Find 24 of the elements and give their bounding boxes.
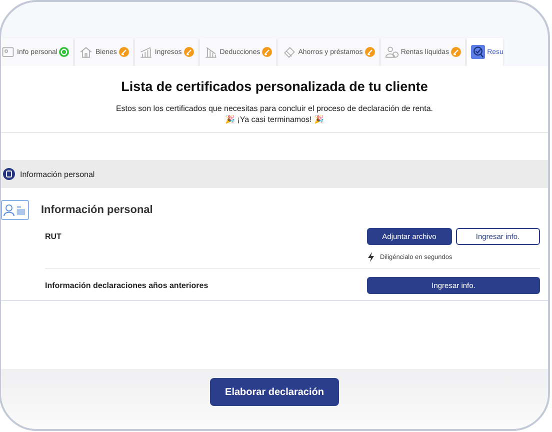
chart-icon [204, 45, 218, 59]
cheer-text: 🎉 ¡Ya casi terminamos! 🎉 [225, 115, 324, 124]
magnifier-check-icon [471, 45, 486, 59]
id-card-icon [1, 45, 15, 59]
document-icon [3, 168, 15, 180]
section-title: Información personal [41, 204, 153, 216]
subtitle-text: Estos son los certificados que necesitas para concluir el proceso de declaración de renta. [116, 104, 434, 113]
item-label: Información declaraciones años anteriores [45, 281, 208, 292]
profile-card-icon [1, 200, 29, 220]
section-header-text: Información personal [20, 170, 95, 178]
page-title: Lista de certificados personalizada de tu cliente [121, 79, 428, 94]
pencil-badge-icon [364, 47, 375, 57]
tag-icon [282, 45, 296, 59]
people-icon [384, 45, 399, 59]
pencil-badge-icon [118, 47, 129, 57]
bar-chart-icon [138, 45, 153, 59]
pencil-badge-icon [184, 47, 194, 57]
item-label: RUT [45, 232, 62, 243]
house-icon [79, 45, 94, 59]
lightning-icon [367, 252, 375, 262]
pencil-badge-icon [451, 47, 462, 57]
elaborate-declaration-button[interactable]: Elaborar declaración [210, 378, 339, 406]
check-badge-icon [59, 47, 70, 57]
pencil-badge-icon [262, 47, 272, 57]
